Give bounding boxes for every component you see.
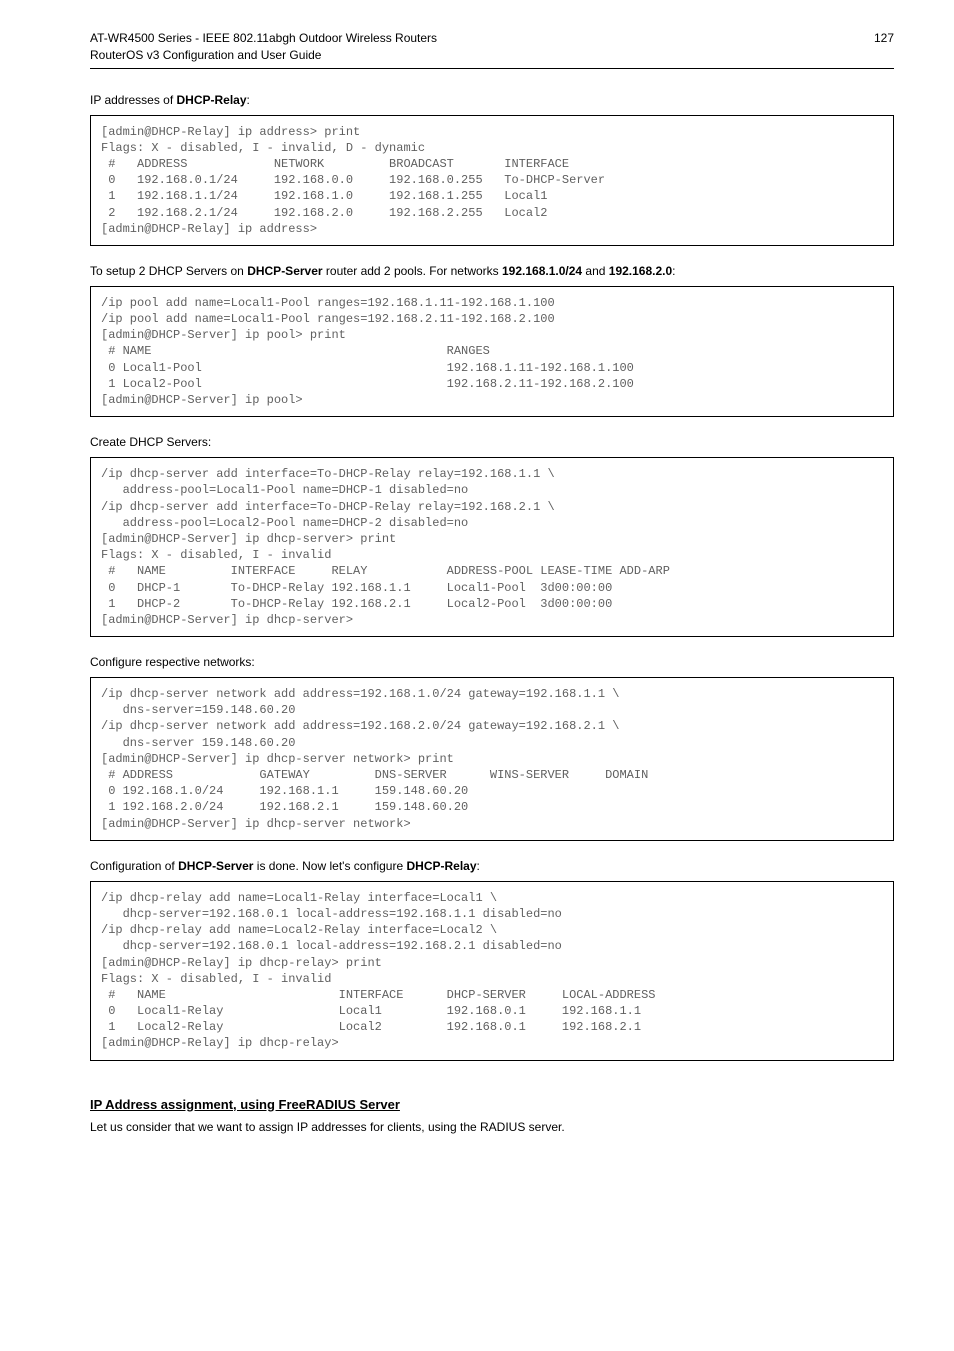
section-4-title: Configure respective networks: bbox=[90, 655, 894, 669]
code-block-ip-addresses: [admin@DHCP-Relay] ip address> print Fla… bbox=[90, 115, 894, 246]
code-block-networks: /ip dhcp-server network add address=192.… bbox=[90, 677, 894, 841]
section-3-title: Create DHCP Servers: bbox=[90, 435, 894, 449]
code-block-dhcp-relay: /ip dhcp-relay add name=Local1-Relay int… bbox=[90, 881, 894, 1061]
section-2-title: To setup 2 DHCP Servers on DHCP-Server r… bbox=[90, 264, 894, 278]
header-title-line2: RouterOS v3 Configuration and User Guide bbox=[90, 47, 894, 64]
section-6-heading: IP Address assignment, using FreeRADIUS … bbox=[90, 1097, 894, 1112]
section-5-title: Configuration of DHCP-Server is done. No… bbox=[90, 859, 894, 873]
section-6-paragraph: Let us consider that we want to assign I… bbox=[90, 1120, 894, 1134]
section-1-title: IP addresses of DHCP-Relay: bbox=[90, 93, 894, 107]
page-number: 127 bbox=[874, 30, 894, 47]
header-divider bbox=[90, 68, 894, 69]
page-content: AT-WR4500 Series - IEEE 802.11abgh Outdo… bbox=[0, 0, 954, 1202]
header-title-line1: AT-WR4500 Series - IEEE 802.11abgh Outdo… bbox=[90, 30, 437, 47]
code-block-pools: /ip pool add name=Local1-Pool ranges=192… bbox=[90, 286, 894, 417]
page-header: AT-WR4500 Series - IEEE 802.11abgh Outdo… bbox=[90, 30, 894, 64]
code-block-dhcp-servers: /ip dhcp-server add interface=To-DHCP-Re… bbox=[90, 457, 894, 637]
